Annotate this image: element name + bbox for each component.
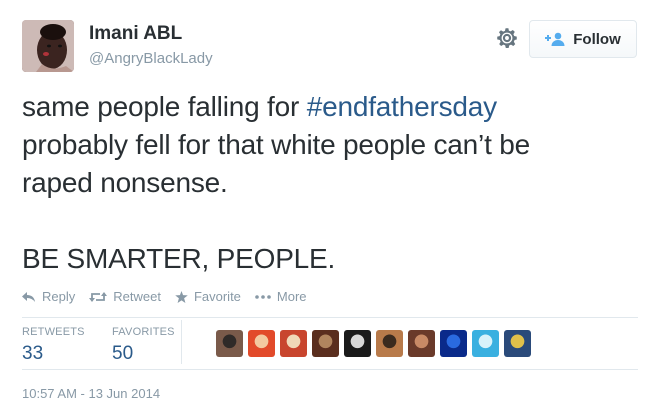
divider-top (22, 317, 638, 318)
favoriter-avatar-7[interactable] (408, 330, 435, 357)
favoriter-avatar-8[interactable] (440, 330, 467, 357)
favoriter-avatar-1[interactable] (216, 330, 243, 357)
add-user-icon (545, 32, 565, 46)
favorite-action[interactable]: Favorite (175, 289, 241, 304)
tweet-text: same people falling for #endfathersday p… (22, 88, 652, 278)
retweet-icon (89, 291, 108, 302)
stats-separator (181, 320, 182, 364)
tweet-actions: Reply Retweet Favorite More (22, 289, 321, 304)
hashtag-link[interactable]: #endfathersday (307, 91, 497, 122)
retweet-action[interactable]: Retweet (89, 289, 161, 304)
favorites-stat[interactable]: FAVORITES 50 (112, 326, 175, 365)
tweet-timestamp[interactable]: 10:57 AM - 13 Jun 2014 (22, 386, 160, 401)
tweet-text-line1: same people falling for (22, 91, 307, 122)
follow-button[interactable]: Follow (529, 20, 637, 58)
follow-button-label: Follow (573, 30, 621, 48)
more-label: More (276, 289, 307, 304)
user-handle[interactable]: @AngryBlackLady (89, 50, 213, 67)
more-action[interactable]: More (255, 289, 307, 304)
favoriter-avatar-9[interactable] (472, 330, 499, 357)
favorites-count: 50 (112, 343, 134, 364)
reply-label: Reply (42, 289, 76, 304)
retweets-stat[interactable]: RETWEETS 33 (22, 326, 85, 365)
tweet-text-line3: raped nonsense. (22, 167, 228, 198)
favoriter-avatar-10[interactable] (504, 330, 531, 357)
favorites-label: FAVORITES (112, 326, 175, 338)
favoriter-avatar-3[interactable] (280, 330, 307, 357)
star-icon (175, 290, 188, 303)
favoriter-avatar-5[interactable] (344, 330, 371, 357)
retweet-label: Retweet (113, 289, 161, 304)
reply-arrow-icon (22, 291, 35, 302)
favoriter-avatar-2[interactable] (248, 330, 275, 357)
user-display-name[interactable]: Imani ABL (89, 23, 182, 45)
gear-icon[interactable] (494, 25, 520, 51)
tweet-text-line4: BE SMARTER, PEOPLE. (22, 243, 336, 274)
reply-action[interactable]: Reply (22, 289, 75, 304)
favoriter-avatar-4[interactable] (312, 330, 339, 357)
favoriter-avatar-6[interactable] (376, 330, 403, 357)
user-avatar[interactable] (22, 20, 74, 72)
retweets-label: RETWEETS (22, 326, 85, 338)
favorite-label: Favorite (193, 289, 241, 304)
favoriter-avatars (216, 330, 536, 357)
ellipsis-icon (255, 294, 271, 299)
tweet-text-line2: probably fell for that white people can’… (22, 129, 530, 160)
divider-bottom (22, 369, 638, 370)
retweets-count: 33 (22, 343, 44, 364)
